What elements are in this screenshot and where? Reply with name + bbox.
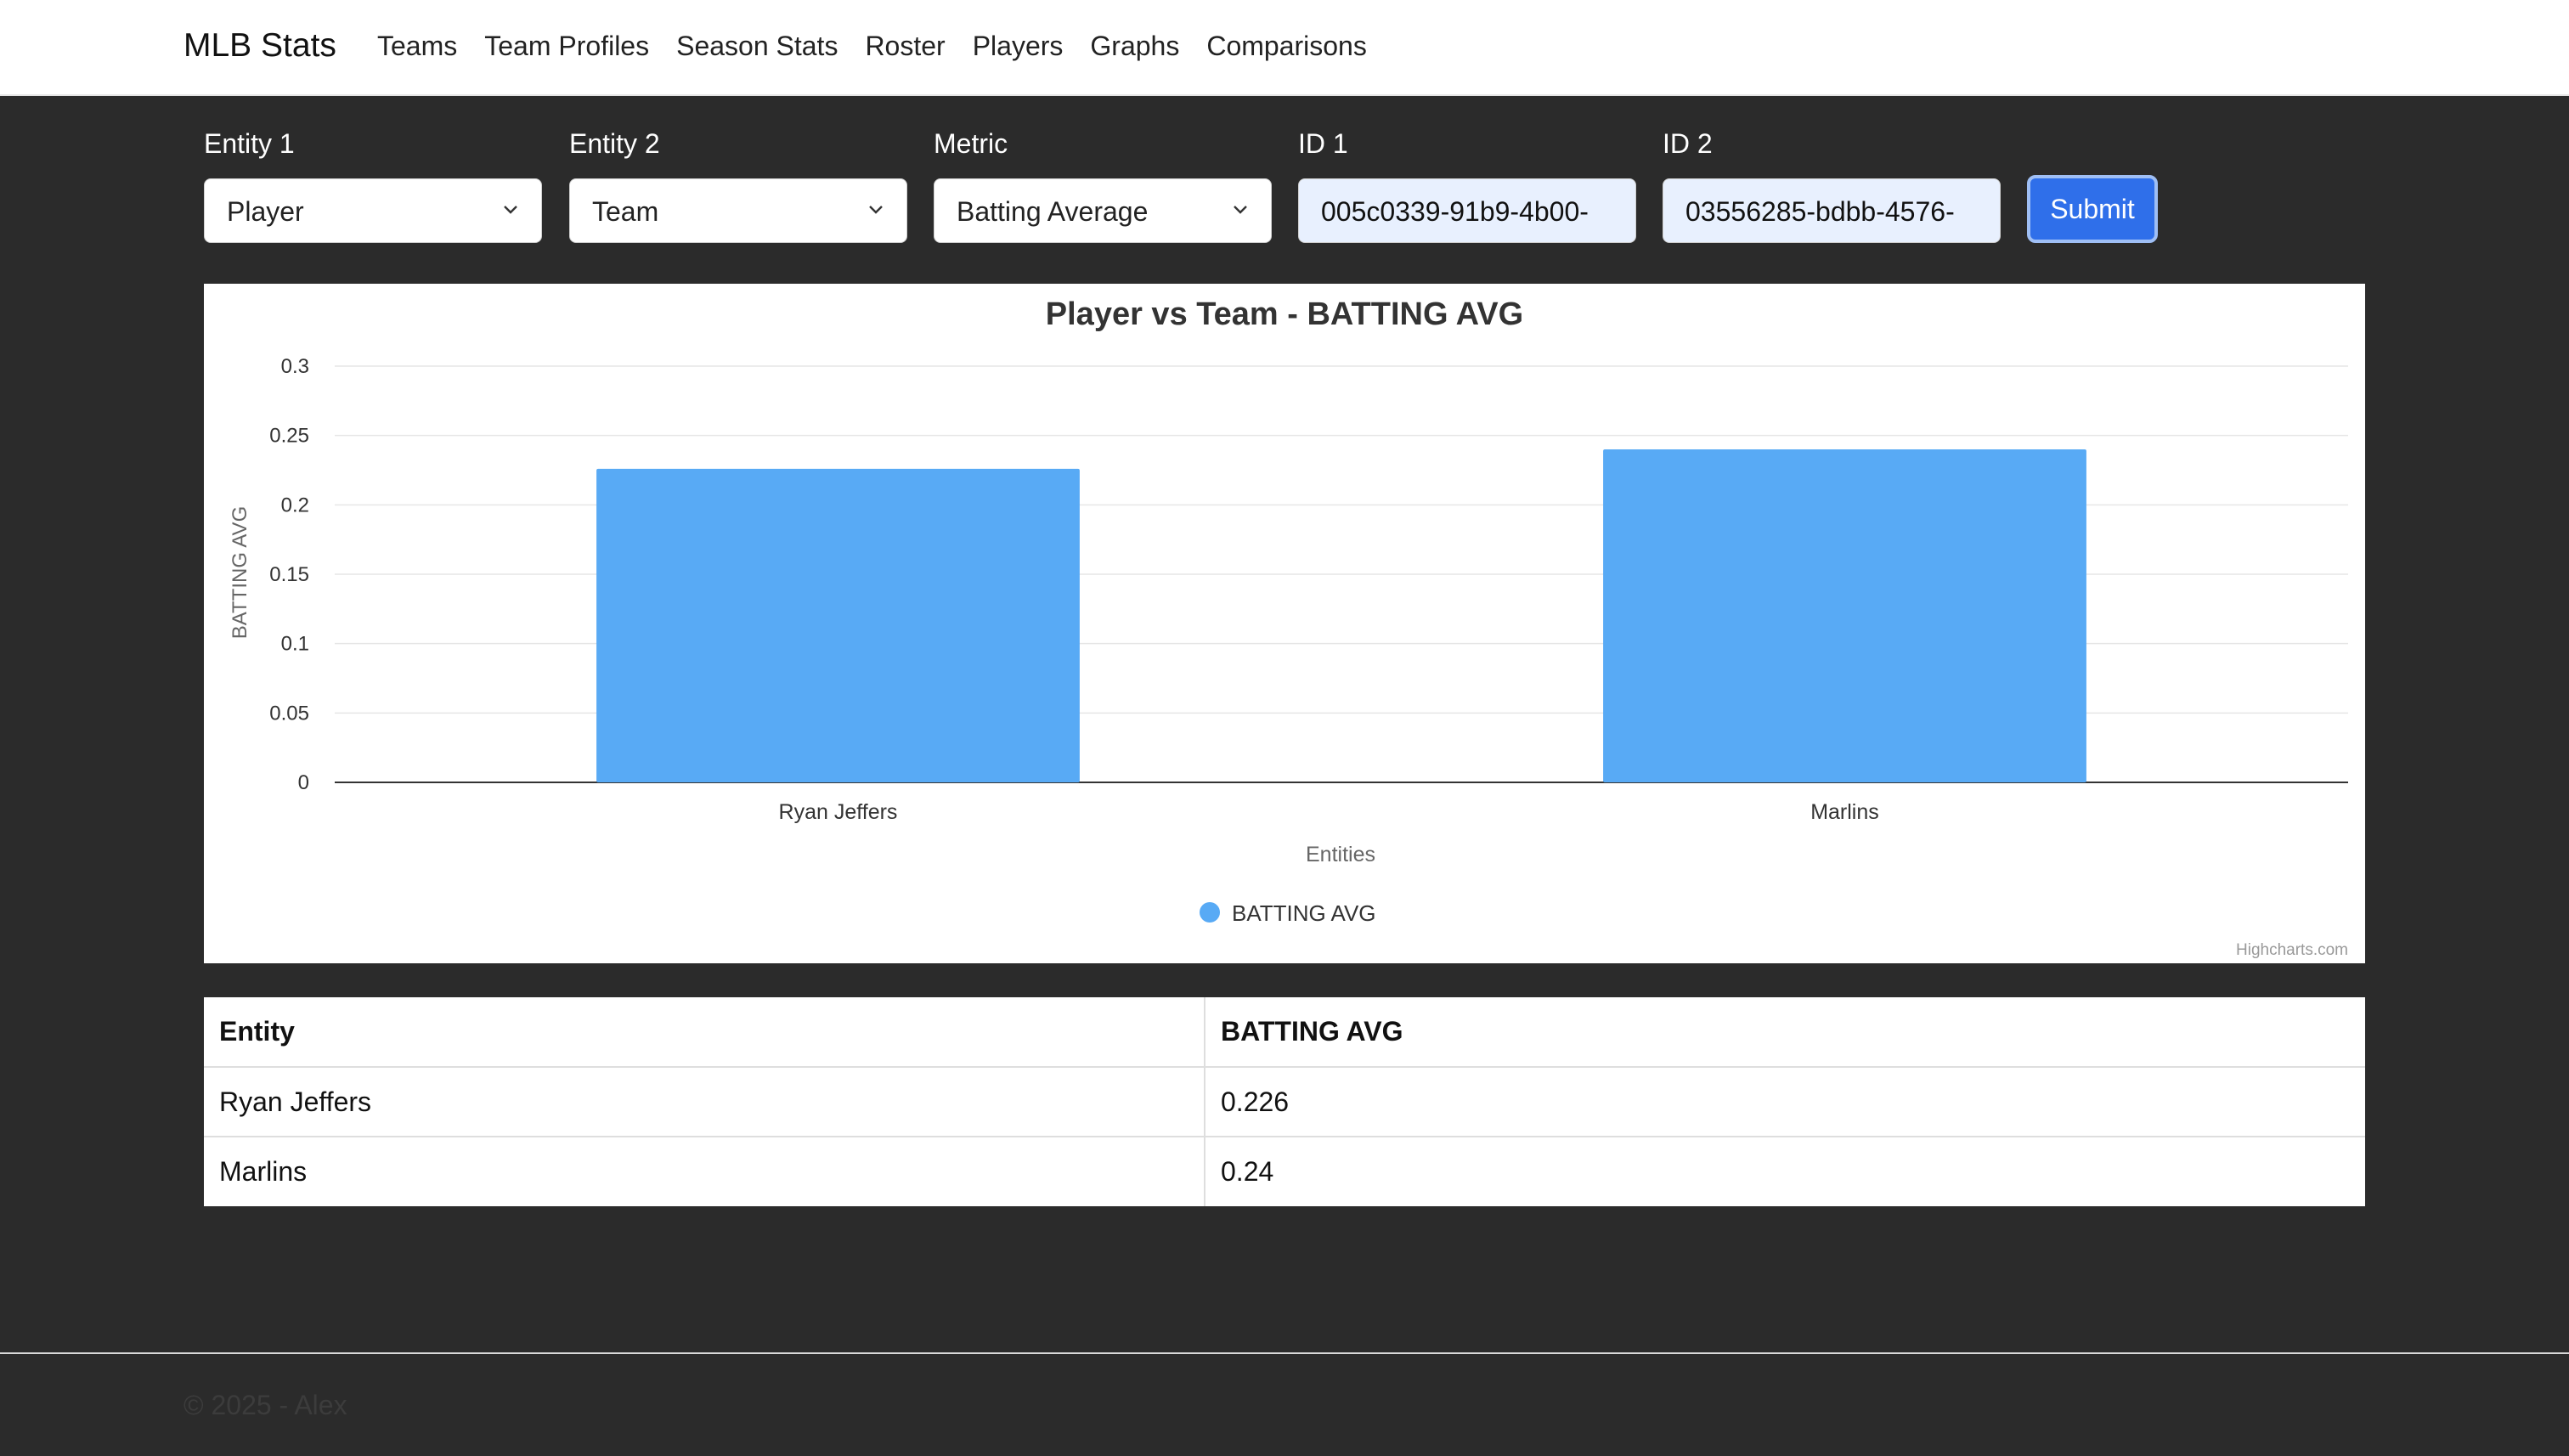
results-table: Entity BATTING AVG Ryan Jeffers 0.226 Ma… [204, 997, 2365, 1206]
table-cell-value: 0.226 [1205, 1067, 2365, 1137]
y-tick-label: 0.2 [281, 494, 309, 516]
entity2-value: Team [592, 196, 659, 227]
id2-input[interactable]: 03556285-bdbb-4576- [1663, 178, 2001, 243]
id1-label: ID 1 [1298, 128, 1348, 159]
chevron-down-icon [504, 206, 517, 214]
table-header-metric: BATTING AVG [1205, 997, 2365, 1068]
bar-marlins[interactable] [1603, 449, 2086, 782]
nav-link-season-stats[interactable]: Season Stats [676, 31, 838, 62]
metric-select[interactable]: Batting Average [934, 178, 1272, 243]
y-tick-label: 0.05 [269, 702, 309, 725]
nav-link-players[interactable]: Players [973, 31, 1064, 62]
y-tick-label: 0.1 [281, 633, 309, 656]
nav-link-roster[interactable]: Roster [865, 31, 945, 62]
legend-marker [1200, 902, 1220, 923]
table-cell-value: 0.24 [1221, 1156, 1274, 1187]
y-tick-label: 0.15 [269, 563, 309, 586]
x-tick-label: Marlins [1810, 800, 1879, 824]
metric-field: Metric Batting Average [934, 126, 1272, 243]
x-tick-label: Ryan Jeffers [779, 800, 898, 824]
nav-link-graphs[interactable]: Graphs [1090, 31, 1179, 62]
y-tick-label: 0.3 [281, 355, 309, 378]
results-table-panel: Entity BATTING AVG Ryan Jeffers 0.226 Ma… [204, 997, 2365, 1206]
y-tick-label: 0 [298, 771, 309, 794]
brand-link[interactable]: MLB Stats [184, 27, 336, 65]
navbar: MLB Stats Teams Team Profiles Season Sta… [0, 0, 2569, 96]
nav-link-comparisons[interactable]: Comparisons [1206, 31, 1367, 62]
entity1-value: Player [227, 196, 304, 227]
bar-ryan-jeffers[interactable] [596, 468, 1080, 782]
x-axis-ticks: Ryan Jeffers Marlins [779, 800, 1879, 824]
table-header-entity: Entity [204, 997, 1205, 1068]
metric-label: Metric [934, 128, 1008, 159]
bars [596, 449, 2086, 782]
y-tick-label: 0.25 [269, 425, 309, 448]
id1-field: ID 1 005c0339-91b9-4b00- [1298, 126, 1636, 243]
chart-credit[interactable]: Highcharts.com [2236, 941, 2348, 959]
footer-divider [0, 1352, 2569, 1354]
id1-input[interactable]: 005c0339-91b9-4b00- [1298, 178, 1636, 243]
chevron-down-icon [869, 206, 883, 214]
table-row: Marlins 0.24 [204, 1137, 2365, 1206]
chevron-down-icon [1234, 206, 1247, 214]
footer-text: © 2025 - Alex [184, 1390, 347, 1420]
submit-button[interactable]: Submit [2027, 175, 2158, 243]
entity2-label: Entity 2 [569, 128, 660, 159]
legend-label: BATTING AVG [1232, 900, 1376, 926]
id2-field: ID 2 03556285-bdbb-4576- [1663, 126, 2001, 243]
entity1-label: Entity 1 [204, 128, 295, 159]
id2-label: ID 2 [1663, 128, 1713, 159]
entity2-select[interactable]: Team [569, 178, 907, 243]
chart-title: Player vs Team - BATTING AVG [1046, 296, 1523, 332]
legend[interactable]: BATTING AVG [1200, 900, 1376, 926]
metric-value: Batting Average [957, 196, 1149, 227]
y-axis-title: BATTING AVG [229, 506, 251, 639]
entity1-select[interactable]: Player [204, 178, 542, 243]
table-cell-entity: Ryan Jeffers [204, 1067, 1205, 1137]
x-axis-title: Entities [1306, 843, 1375, 866]
table-row: Ryan Jeffers 0.226 [204, 1067, 2365, 1137]
y-axis-ticks: 0 0.05 0.1 0.15 0.2 0.25 0.3 [269, 355, 309, 794]
entity2-field: Entity 2 Team [569, 126, 907, 243]
bar-chart: Player vs Team - BATTING AVG 0 0.05 0.1 0.1… [229, 296, 2348, 959]
chart-panel: Player vs Team - BATTING AVG 0 0.05 0.1 0.1… [204, 284, 2365, 963]
nav-link-team-profiles[interactable]: Team Profiles [484, 31, 649, 62]
table-header-row: Entity BATTING AVG [204, 997, 2365, 1068]
table-cell-entity: Marlins [204, 1137, 1205, 1206]
entity1-field: Entity 1 Player [204, 126, 542, 243]
nav-link-teams[interactable]: Teams [377, 31, 457, 62]
nav-links: Teams Team Profiles Season Stats Roster … [377, 31, 1394, 62]
